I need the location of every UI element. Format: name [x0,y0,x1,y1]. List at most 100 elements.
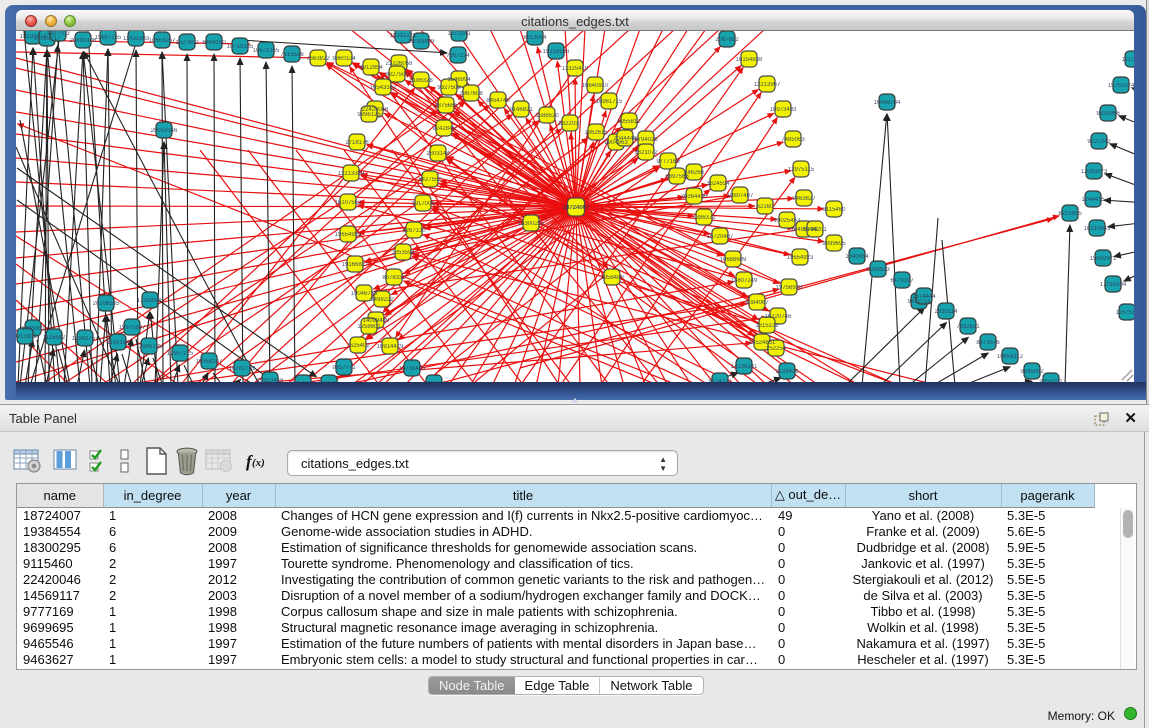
svg-text:17016504: 17016504 [1100,282,1127,288]
svg-text:8912954: 8912954 [359,65,383,71]
svg-text:11325419: 11325419 [562,66,589,72]
svg-text:16543362: 16543362 [370,85,397,91]
svg-text:1588520: 1588520 [535,113,559,119]
svg-text:15720407: 15720407 [707,234,734,240]
svg-text:1927703: 1927703 [46,31,70,37]
svg-text:19218586: 19218586 [543,49,570,55]
svg-text:9327508: 9327508 [437,85,461,91]
svg-text:8938923: 8938923 [866,267,890,273]
svg-text:62160: 62160 [757,204,774,210]
svg-text:2935114: 2935114 [935,309,959,315]
svg-text:7632621: 7632621 [956,324,980,330]
svg-text:15300255: 15300255 [518,221,545,227]
svg-text:10654112: 10654112 [997,354,1024,360]
svg-text:3498222: 3498222 [370,297,394,303]
svg-text:1353594: 1353594 [391,250,415,256]
svg-text:1485061: 1485061 [21,326,45,332]
svg-text:9463627: 9463627 [792,196,816,202]
svg-text:16154838: 16154838 [736,57,763,63]
svg-text:10973493: 10973493 [770,107,797,113]
svg-text:14136141: 14136141 [731,364,758,370]
svg-text:18807249: 18807249 [731,278,758,284]
svg-text:7625402: 7625402 [346,343,370,349]
svg-text:9134222: 9134222 [708,379,732,382]
svg-text:1244415: 1244415 [1081,197,1105,203]
svg-text:8454749: 8454749 [486,98,510,104]
svg-text:16033809: 16033809 [408,39,435,45]
svg-text:8813054: 8813054 [523,35,547,41]
svg-text:1527602: 1527602 [175,40,199,46]
svg-text:8267130: 8267130 [402,228,426,234]
svg-text:3624554: 3624554 [706,181,730,187]
svg-text:1181215: 1181215 [318,381,342,382]
svg-text:16648784: 16648784 [874,100,901,106]
svg-text:18724007: 18724007 [563,205,590,211]
svg-text:8427552: 8427552 [418,177,442,183]
svg-text:252254: 252254 [766,346,787,352]
svg-text:10653257: 10653257 [149,38,176,44]
svg-text:7690101: 7690101 [422,381,446,382]
svg-text:9327500: 9327500 [385,72,409,78]
svg-text:6955812: 6955812 [617,119,641,125]
svg-text:1674444: 1674444 [912,294,936,300]
svg-text:7663822: 7663822 [306,56,330,62]
svg-text:9329966: 9329966 [1096,111,1120,117]
svg-text:9350291: 9350291 [1039,379,1063,382]
svg-text:20206535: 20206535 [93,301,120,307]
svg-text:6897568: 6897568 [665,174,689,180]
svg-text:7386372: 7386372 [692,215,716,221]
svg-text:16107552: 16107552 [335,200,362,206]
svg-text:8215955: 8215955 [1058,211,1082,217]
svg-text:15716485: 15716485 [399,366,426,372]
svg-text:11431683: 11431683 [123,36,150,42]
svg-text:3875685: 3875685 [434,103,458,109]
svg-text:19975887: 19975887 [119,325,146,331]
svg-text:19654935: 19654935 [335,232,362,238]
svg-text:12942757: 12942757 [72,336,99,342]
svg-text:19756928: 19756928 [776,285,803,291]
svg-text:12213967: 12213967 [754,82,781,88]
svg-text:17359938: 17359938 [137,298,164,304]
svg-text:12213389: 12213389 [338,171,365,177]
svg-text:1117203: 1117203 [1122,57,1134,63]
svg-text:(x): (x) [252,457,265,469]
svg-text:9146821: 9146821 [509,107,533,113]
svg-text:9777169: 9777169 [656,159,680,165]
svg-text:1640954: 1640954 [845,254,869,260]
svg-text:16782759: 16782759 [229,366,256,372]
svg-text:10688609: 10688609 [720,257,747,263]
svg-text:10807487: 10807487 [727,193,754,199]
svg-text:9227342: 9227342 [1087,139,1111,145]
svg-text:23226058: 23226058 [386,61,413,67]
svg-text:1572241: 1572241 [447,31,471,37]
svg-text:9144201: 9144201 [803,227,827,233]
svg-text:1733426: 1733426 [775,369,799,375]
svg-text:8471676: 8471676 [976,340,1000,346]
svg-text:1145194: 1145194 [107,340,131,346]
svg-text:20364436: 20364436 [681,194,708,200]
svg-text:1258601: 1258601 [357,324,381,330]
svg-text:9314824: 9314824 [291,381,315,382]
svg-text:9115460: 9115460 [823,207,847,213]
svg-text:1621072: 1621072 [634,150,658,156]
svg-text:6794028: 6794028 [634,137,658,143]
svg-text:10025453: 10025453 [774,218,801,224]
svg-text:12905135: 12905135 [136,344,163,350]
svg-text:15751074: 15751074 [1108,83,1134,89]
svg-text:1362615: 1362615 [584,130,608,136]
svg-text:7515526: 7515526 [280,52,304,58]
svg-text:7357224: 7357224 [446,53,470,59]
svg-text:16120746: 16120746 [765,314,792,320]
svg-text:15692971: 15692971 [1090,256,1117,262]
svg-text:2718176: 2718176 [345,140,369,146]
svg-text:9860124: 9860124 [332,56,356,62]
svg-text:2087682: 2087682 [715,37,739,43]
svg-text:16961715: 16961715 [596,99,623,105]
svg-text:2803144: 2803144 [426,151,450,157]
svg-text:1958480: 1958480 [600,275,624,281]
svg-text:6479197: 6479197 [890,278,914,284]
svg-text:10958107: 10958107 [196,359,223,365]
svg-text:9657771: 9657771 [332,365,356,371]
svg-text:10719155: 10719155 [227,44,254,50]
svg-text:1917006: 1917006 [411,201,435,207]
